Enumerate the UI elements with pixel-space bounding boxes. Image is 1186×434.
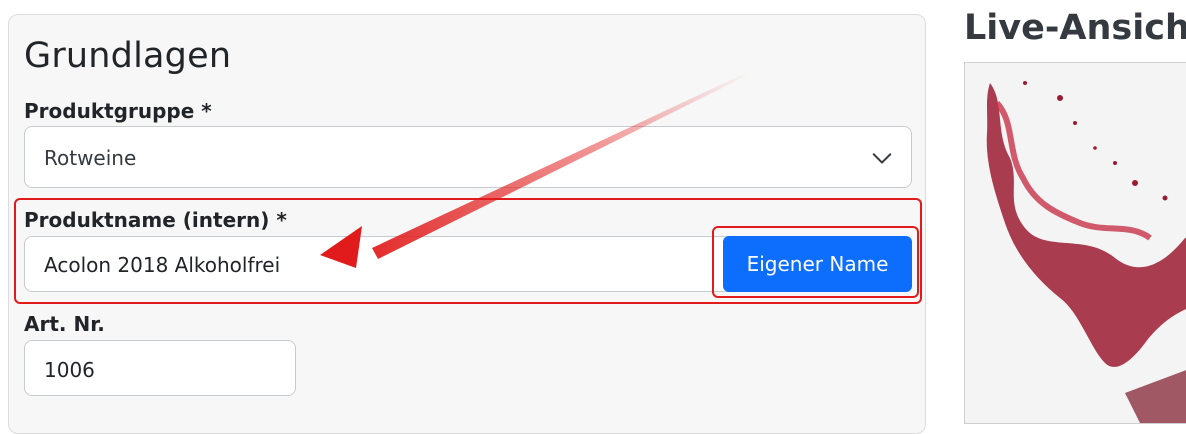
product-name-value: Acolon 2018 Alkoholfrei <box>44 253 281 277</box>
basics-title: Grundlagen <box>24 36 232 76</box>
chevron-down-icon <box>872 153 892 164</box>
product-group-value: Rotweine <box>44 146 137 170</box>
product-name-label: Produktname (intern) * <box>24 208 287 232</box>
article-number-value: 1006 <box>44 358 95 382</box>
article-number-input[interactable]: 1006 <box>24 340 296 396</box>
custom-name-button[interactable]: Eigener Name <box>723 236 912 292</box>
product-group-select[interactable]: Rotweine <box>24 126 912 188</box>
live-view-title: Live-Ansicht <box>964 8 1186 48</box>
live-preview-image <box>964 62 1186 424</box>
wine-splash-icon <box>965 63 1186 423</box>
product-group-label: Produktgruppe * <box>24 99 212 123</box>
article-number-label: Art. Nr. <box>24 312 105 336</box>
